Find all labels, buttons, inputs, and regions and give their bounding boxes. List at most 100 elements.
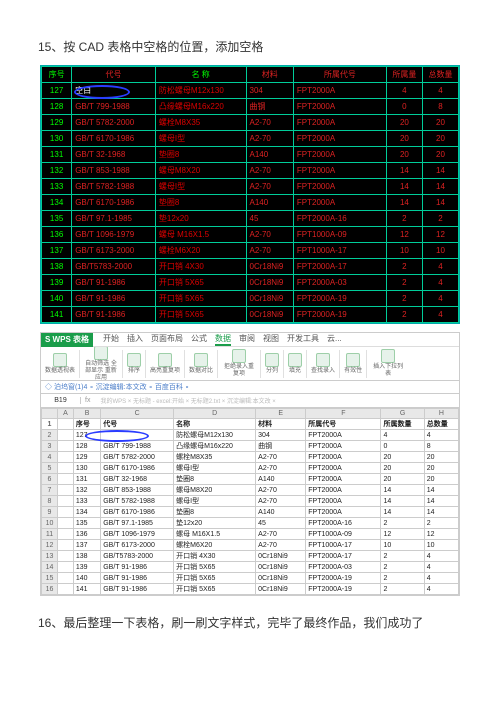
ribbon-item[interactable]: 查找录入 [311, 353, 335, 375]
grid-cell[interactable]: 材料 [256, 419, 306, 430]
grid-cell[interactable]: 14 [381, 485, 424, 496]
row-header[interactable]: 2 [42, 430, 58, 441]
grid-cell[interactable]: 开口销 5X65 [174, 584, 256, 595]
wps-tab-7[interactable]: 开发工具 [287, 333, 319, 346]
wps-tab-4[interactable]: 数据 [215, 333, 231, 346]
grid-cell[interactable] [57, 573, 73, 584]
grid-cell[interactable]: 防松螺母M12x130 [174, 430, 256, 441]
grid-cell[interactable]: 开口销 5X65 [174, 562, 256, 573]
row-header[interactable]: 13 [42, 551, 58, 562]
grid-cell[interactable]: GB/T 799-1988 [101, 441, 174, 452]
row-header[interactable]: 14 [42, 562, 58, 573]
grid-cell[interactable]: 4 [424, 551, 458, 562]
grid-cell[interactable] [57, 485, 73, 496]
grid-cell[interactable] [57, 496, 73, 507]
ribbon-item[interactable]: 自动筛选 全部显示 重新应用 [84, 347, 118, 381]
col-header[interactable]: F [306, 409, 381, 419]
grid-cell[interactable] [101, 430, 174, 441]
grid-cell[interactable]: 螺母I型 [174, 463, 256, 474]
grid-cell[interactable]: 螺母I型 [174, 496, 256, 507]
grid-cell[interactable]: FPT2000A [306, 452, 381, 463]
row-header[interactable]: 16 [42, 584, 58, 595]
grid-cell[interactable]: GB/T 5782-2000 [101, 452, 174, 463]
grid-cell[interactable]: FPT2000A-17 [306, 551, 381, 562]
row-header[interactable]: 4 [42, 452, 58, 463]
grid-cell[interactable]: 垫圈8 [174, 507, 256, 518]
grid-cell[interactable]: 20 [424, 452, 458, 463]
grid-cell[interactable]: 127 [73, 430, 100, 441]
grid-cell[interactable]: 129 [73, 452, 100, 463]
ribbon-item[interactable]: 数据对比 [189, 353, 213, 375]
grid-cell[interactable]: GB/T 853-1988 [101, 485, 174, 496]
row-header[interactable]: 5 [42, 463, 58, 474]
wps-tab-2[interactable]: 页面布局 [151, 333, 183, 346]
grid-cell[interactable] [57, 562, 73, 573]
grid-cell[interactable]: 14 [424, 496, 458, 507]
grid-cell[interactable]: FPT2000A-16 [306, 518, 381, 529]
ribbon-item[interactable]: 高亮重复项 [150, 353, 180, 375]
grid-cell[interactable]: 141 [73, 584, 100, 595]
grid-cell[interactable]: 所属代号 [306, 419, 381, 430]
grid-cell[interactable]: 2 [381, 562, 424, 573]
grid-cell[interactable]: GB/T 97.1-1985 [101, 518, 174, 529]
grid-cell[interactable]: 135 [73, 518, 100, 529]
row-header[interactable]: 6 [42, 474, 58, 485]
grid-cell[interactable]: A140 [256, 474, 306, 485]
grid-cell[interactable]: GB/T5783-2000 [101, 551, 174, 562]
grid-cell[interactable]: GB/T 91-1986 [101, 573, 174, 584]
grid-cell[interactable]: 2 [381, 551, 424, 562]
grid-cell[interactable]: FPT2000A [306, 430, 381, 441]
grid-cell[interactable]: 2 [381, 573, 424, 584]
grid-cell[interactable] [57, 584, 73, 595]
grid-cell[interactable]: 130 [73, 463, 100, 474]
grid-cell[interactable] [57, 419, 73, 430]
grid-cell[interactable]: 名称 [174, 419, 256, 430]
row-header[interactable]: 10 [42, 518, 58, 529]
wps-grid[interactable]: ABCDEFGH1序号代号名称材料所属代号所属数量总数量2127防松螺母M12x… [41, 408, 459, 595]
ribbon-item[interactable]: 插入下拉列表 [371, 349, 405, 378]
grid-cell[interactable] [57, 430, 73, 441]
grid-cell[interactable]: 曲钢 [256, 441, 306, 452]
grid-cell[interactable]: 12 [424, 529, 458, 540]
grid-cell[interactable]: 304 [256, 430, 306, 441]
grid-cell[interactable]: 10 [424, 540, 458, 551]
grid-cell[interactable]: 序号 [73, 419, 100, 430]
grid-cell[interactable] [57, 540, 73, 551]
col-header[interactable]: D [174, 409, 256, 419]
ribbon-item[interactable]: 排序 [127, 353, 141, 375]
grid-cell[interactable]: 139 [73, 562, 100, 573]
grid-cell[interactable]: 14 [424, 485, 458, 496]
grid-cell[interactable]: 垫12x20 [174, 518, 256, 529]
grid-cell[interactable]: FPT2000A [306, 441, 381, 452]
row-header[interactable]: 7 [42, 485, 58, 496]
grid-cell[interactable]: FPT2000A [306, 485, 381, 496]
grid-cell[interactable]: A2-70 [256, 529, 306, 540]
grid-cell[interactable]: FPT2000A [306, 474, 381, 485]
grid-cell[interactable]: A140 [256, 507, 306, 518]
grid-cell[interactable]: FPT2000A-19 [306, 584, 381, 595]
grid-cell[interactable]: 0Cr18Ni9 [256, 562, 306, 573]
grid-cell[interactable]: 凸缘螺母M16x220 [174, 441, 256, 452]
grid-cell[interactable]: 8 [424, 441, 458, 452]
grid-cell[interactable]: FPT2000A [306, 496, 381, 507]
grid-cell[interactable]: GB/T 6173-2000 [101, 540, 174, 551]
row-header[interactable]: 12 [42, 540, 58, 551]
grid-cell[interactable]: A2-70 [256, 496, 306, 507]
grid-cell[interactable]: 14 [381, 507, 424, 518]
grid-cell[interactable]: GB/T 6170-1986 [101, 507, 174, 518]
grid-cell[interactable]: GB/T 91-1986 [101, 562, 174, 573]
col-header[interactable] [42, 409, 58, 419]
grid-cell[interactable]: 138 [73, 551, 100, 562]
grid-cell[interactable]: 所属数量 [381, 419, 424, 430]
grid-cell[interactable]: FPT2000A-03 [306, 562, 381, 573]
grid-cell[interactable] [57, 518, 73, 529]
grid-cell[interactable]: GB/T 32-1968 [101, 474, 174, 485]
col-header[interactable]: A [57, 409, 73, 419]
grid-cell[interactable]: GB/T 5782-1988 [101, 496, 174, 507]
grid-cell[interactable]: 20 [381, 463, 424, 474]
ribbon-item[interactable]: 填充 [288, 353, 302, 375]
grid-cell[interactable]: 20 [381, 474, 424, 485]
grid-cell[interactable]: 螺栓M8X35 [174, 452, 256, 463]
grid-cell[interactable]: 20 [381, 452, 424, 463]
grid-cell[interactable]: 4 [381, 430, 424, 441]
